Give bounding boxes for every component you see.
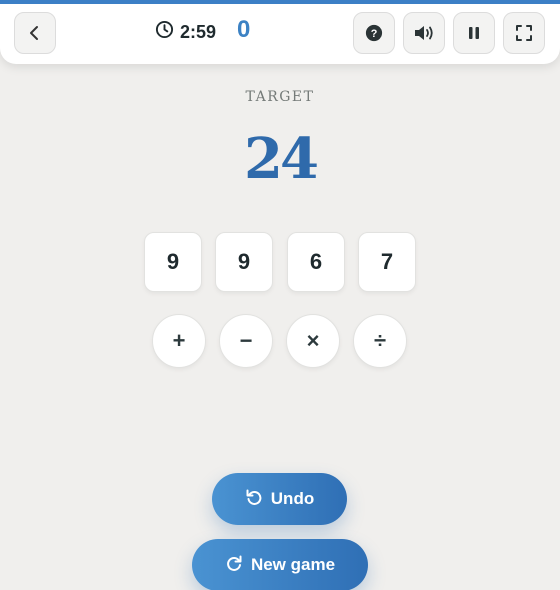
number-card-3[interactable]: 6 [287, 232, 345, 292]
volume-icon [412, 23, 436, 43]
target-value: 24 [244, 126, 319, 192]
help-icon: ? [365, 24, 383, 42]
help-button[interactable]: ? [353, 12, 395, 54]
multiply-button[interactable]: × [286, 314, 340, 368]
top-bar: 2:59 0 ? [0, 0, 560, 64]
pause-button[interactable] [453, 12, 495, 54]
undo-icon [245, 488, 263, 511]
game-screen: 2:59 0 ? TARGET 24 9 9 6 7 + − × ÷ Undo … [0, 0, 560, 590]
number-card-1[interactable]: 9 [144, 232, 202, 292]
divide-button[interactable]: ÷ [353, 314, 407, 368]
undo-label: Undo [270, 489, 315, 508]
back-button[interactable] [14, 12, 56, 54]
undo-button[interactable]: Undo [212, 473, 347, 525]
chevron-left-icon [26, 24, 44, 42]
new-game-button[interactable]: New game [192, 539, 368, 590]
refresh-icon [225, 554, 243, 577]
fullscreen-icon [515, 24, 533, 42]
plus-button[interactable]: + [152, 314, 206, 368]
sound-button[interactable] [403, 12, 445, 54]
new-game-label: New game [250, 555, 336, 574]
number-card-4[interactable]: 7 [358, 232, 416, 292]
clock-icon [155, 20, 174, 44]
number-card-2[interactable]: 9 [215, 232, 273, 292]
svg-text:?: ? [371, 28, 378, 40]
top-accent-bar [0, 0, 560, 4]
target-label: TARGET [245, 89, 315, 105]
score-value: 0 [237, 16, 251, 43]
pause-icon [466, 25, 482, 41]
timer: 2:59 [155, 20, 216, 44]
timer-value: 2:59 [180, 21, 217, 42]
fullscreen-button[interactable] [503, 12, 545, 54]
minus-button[interactable]: − [219, 314, 273, 368]
